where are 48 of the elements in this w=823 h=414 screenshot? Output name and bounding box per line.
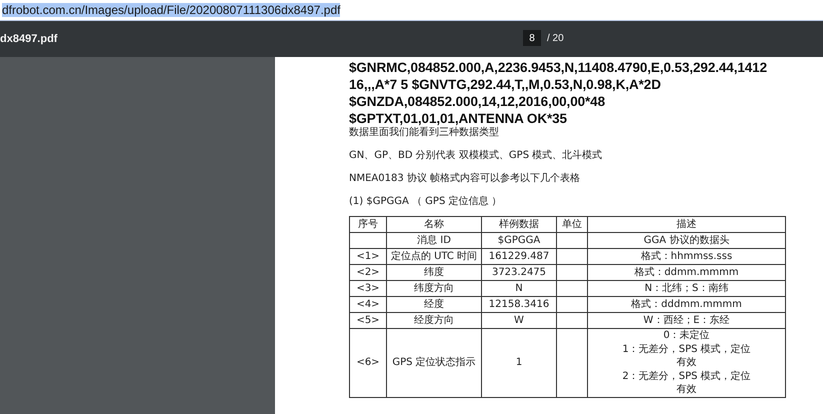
code-line: $GNRMC,084852.000,A,2236.9453,N,11408.4790,E,0.53,292.44,1412 — [349, 59, 768, 76]
paragraph: GN、GP、BD 分别代表 双模模式、GPS 模式、北斗模式 — [349, 149, 604, 163]
table-cell: <4> — [350, 296, 386, 312]
table-cell: 161229.487 — [482, 248, 556, 264]
document-title: dx8497.pdf — [0, 33, 58, 45]
table-cell: 12158.3416 — [482, 296, 556, 312]
table-cell: 1 — [482, 328, 556, 397]
column-header: 名称 — [386, 216, 482, 232]
table-cell: GPS 定位状态指示 — [386, 328, 482, 397]
description-line: 格式：hhmmss.sss — [640, 250, 734, 264]
description-line: 有效 — [676, 383, 698, 396]
column-header: 样例数据 — [482, 216, 556, 232]
description-line: N：北纬；S：南纬 — [644, 282, 730, 296]
description-line: GGA 协议的数据头 — [642, 234, 730, 248]
code-line: $GNZDA,084852.000,14,12,2016,00,00*48 — [349, 93, 606, 110]
description-line: 0：未定位 — [662, 329, 711, 342]
table-cell: 定位点的 UTC 时间 — [386, 248, 482, 264]
column-header: 序号 — [350, 216, 386, 232]
description-line: 1：无差分，SPS 模式，定位 — [621, 342, 752, 356]
paragraph: 数据里面我们能看到三种数据类型 — [349, 126, 500, 140]
description-line: 2：无差分，SPS 模式，定位 — [621, 370, 752, 383]
table-cell: 纬度方向 — [386, 280, 482, 296]
column-header: 描述 — [588, 216, 786, 232]
table-cell: 经度 — [386, 296, 482, 312]
url-text[interactable]: dfrobot.com.cn/Images/upload/File/20200807111306dx8497.pdf — [2, 3, 340, 17]
description-line: W：西经；E：东经 — [642, 314, 731, 328]
table-cell: <3> — [350, 280, 386, 296]
paragraph: (1) $GPGGA （ GPS 定位信息 ） — [349, 195, 503, 209]
table-cell: 消息 ID — [386, 232, 482, 248]
code-line: 16,,,A*7 5 $GNVTG,292.44,T,,M,0.53,N,0.98,K,A*2D — [349, 76, 662, 93]
column-header: 单位 — [556, 216, 588, 232]
table-cell: <6> — [350, 328, 386, 397]
table-cell: N — [482, 280, 556, 296]
table-cell: W — [482, 312, 556, 328]
page-total: / 20 — [547, 32, 564, 44]
page-number-field[interactable]: 8 — [523, 30, 541, 46]
table-cell: 经度方向 — [386, 312, 482, 328]
table-cell: 3723.2475 — [482, 264, 556, 280]
description-line: 有效 — [676, 356, 698, 370]
table-cell: 纬度 — [386, 264, 482, 280]
table-cell: <2> — [350, 264, 386, 280]
description-line: 格式：dddmm.mmmm — [630, 298, 743, 312]
description-line: 格式：ddmm.mmmm — [633, 266, 740, 280]
table-cell: <5> — [350, 312, 386, 328]
code-line: $GPTXT,01,01,01,ANTENNA OK*35 — [349, 110, 568, 126]
table-cell: $GPGGA — [482, 232, 556, 248]
table-cell: <1> — [350, 248, 386, 264]
paragraph: NMEA0183 协议 帧格式内容可以参考以下几个表格 — [349, 172, 582, 186]
